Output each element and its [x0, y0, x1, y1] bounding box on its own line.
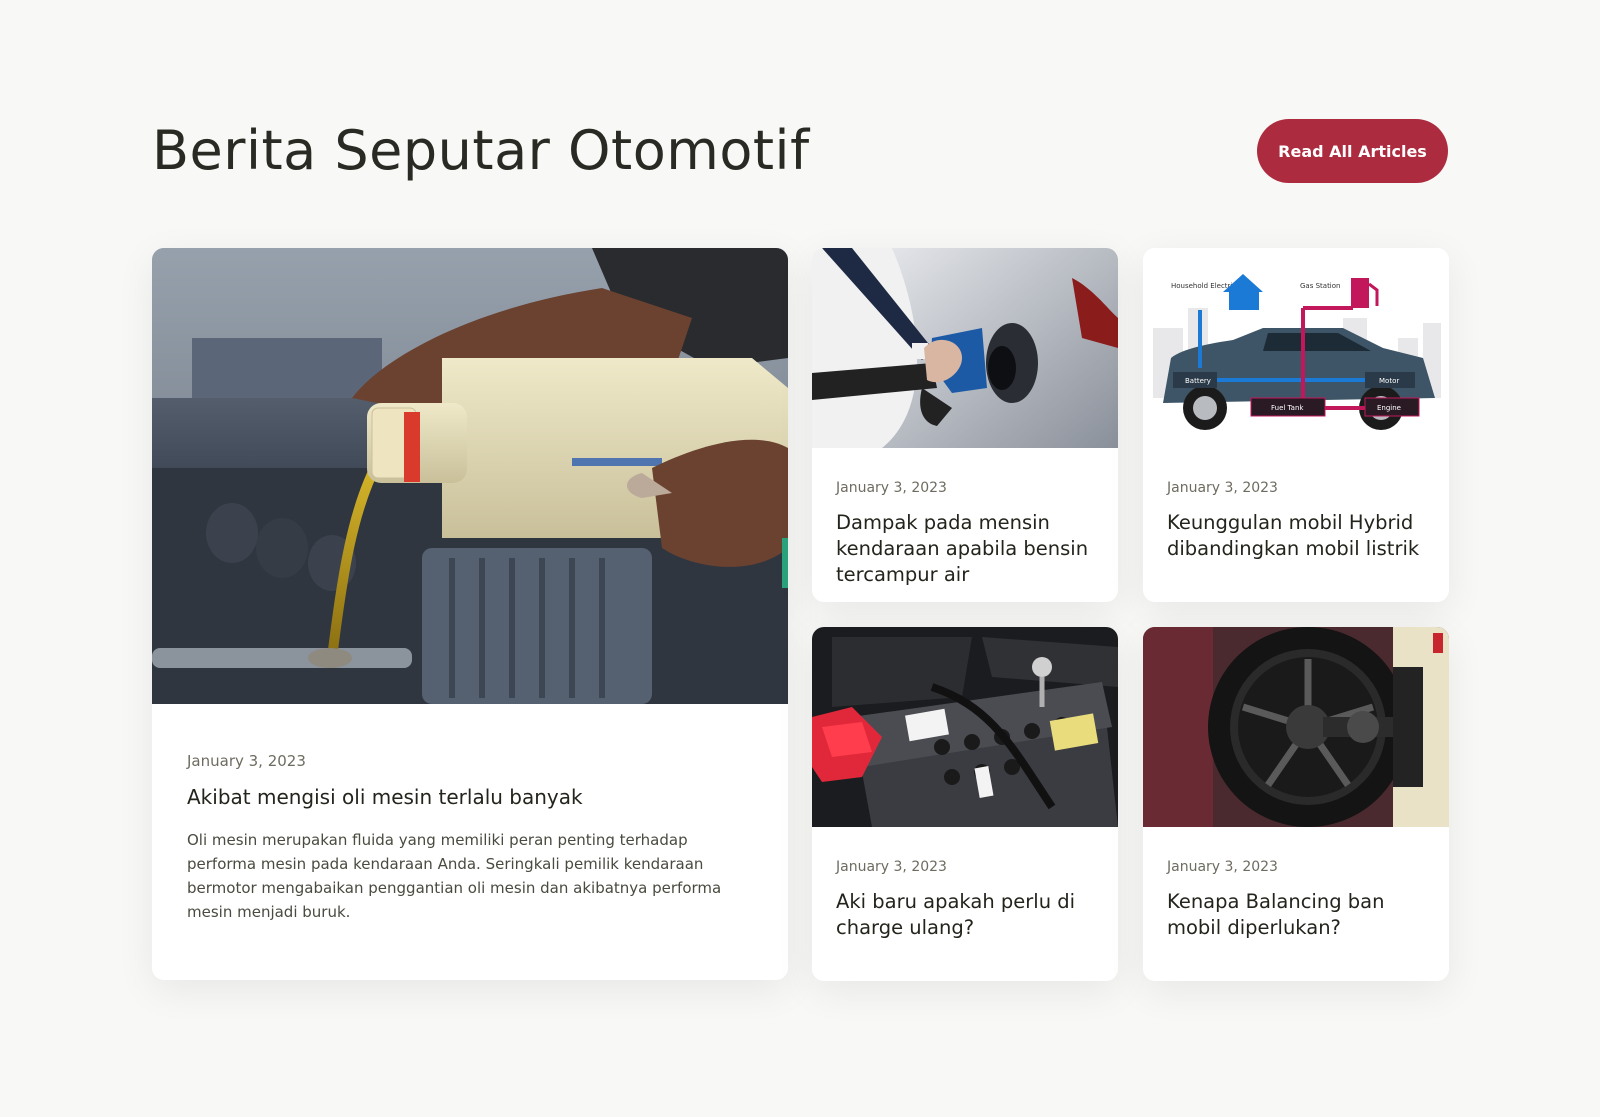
article-date: January 3, 2023 [1167, 480, 1278, 496]
article-date: January 3, 2023 [1167, 859, 1278, 875]
fuel-nozzle-refueling-image [812, 248, 1118, 448]
page-title: Berita Seputar Otomotif [152, 119, 810, 182]
engine-oil-pouring-image [152, 248, 788, 704]
featured-article-card[interactable]: January 3, 2023 Akibat mengisi oli mesin… [152, 248, 788, 980]
article-title[interactable]: Akibat mengisi oli mesin terlalu banyak [187, 784, 752, 810]
article-title[interactable]: Dampak pada mensin kendaraan apabila ben… [836, 510, 1094, 588]
gas-pump-icon [1351, 278, 1369, 308]
car-battery-image [812, 627, 1118, 827]
article-card[interactable]: January 3, 2023 Aki baru apakah perlu di… [812, 627, 1118, 981]
diagram-label: Fuel Tank [1271, 404, 1304, 412]
diagram-label: Battery [1185, 377, 1211, 385]
diagram-label: Motor [1379, 377, 1399, 385]
diagram-label: Gas Station [1300, 282, 1340, 290]
article-card[interactable]: Household Electricity Gas Station Batter… [1143, 248, 1449, 602]
section-header: Berita Seputar Otomotif Read All Article… [152, 118, 1448, 184]
article-title[interactable]: Keunggulan mobil Hybrid dibandingkan mob… [1167, 510, 1425, 562]
wheel-balancing-image [1143, 627, 1449, 827]
hybrid-car-diagram-image: Household Electricity Gas Station Batter… [1143, 248, 1449, 448]
article-excerpt: Oli mesin merupakan fluida yang memiliki… [187, 831, 722, 921]
article-title[interactable]: Aki baru apakah perlu di charge ulang? [836, 889, 1094, 941]
article-date: January 3, 2023 [836, 859, 947, 875]
diagram-label: Engine [1377, 404, 1401, 412]
article-title[interactable]: Kenapa Balancing ban mobil diperlukan? [1167, 889, 1425, 941]
article-date: January 3, 2023 [187, 752, 306, 770]
article-date: January 3, 2023 [836, 480, 947, 496]
article-card[interactable]: January 3, 2023 Kenapa Balancing ban mob… [1143, 627, 1449, 981]
article-card[interactable]: January 3, 2023 Dampak pada mensin kenda… [812, 248, 1118, 602]
read-all-articles-button[interactable]: Read All Articles [1257, 119, 1448, 183]
